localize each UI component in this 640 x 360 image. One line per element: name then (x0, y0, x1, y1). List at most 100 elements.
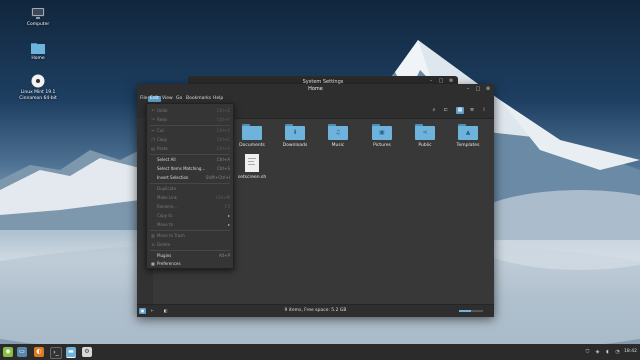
title-bar[interactable]: Home – □ ⊗ (137, 84, 494, 95)
menu-item-accel: Shift+Ctrl+I (205, 175, 230, 180)
volume-icon[interactable]: ◖ (604, 348, 611, 356)
menu-item-delete[interactable]: ⊘ Delete (147, 240, 233, 249)
item-label: setscreen.sh (237, 175, 267, 180)
item-label: Music (331, 143, 345, 148)
clock[interactable]: 18:42 (624, 349, 637, 354)
mint-menu-icon[interactable]: ◉ (3, 347, 13, 357)
search-icon[interactable]: ⌕ (430, 107, 438, 114)
menu-item-select-all[interactable]: Select All Ctrl+A (147, 155, 233, 164)
menu-item-label: Redo (157, 117, 168, 122)
folder-item[interactable]: ⋖ Public (408, 124, 442, 148)
menu-item-rename[interactable]: Rename... F2 (147, 202, 233, 211)
desktop-home[interactable]: Home (18, 42, 58, 62)
folder-icon (242, 124, 262, 140)
folder-item[interactable]: ▲ Templates (451, 124, 485, 148)
folder-item[interactable]: Documents (235, 124, 269, 148)
menu-item-label: Invert Selection (157, 175, 189, 180)
item-label: Pictures (373, 143, 391, 148)
menu-item-label: Cut (157, 128, 164, 133)
share-folder-icon: ⋖ (415, 124, 435, 140)
folder-item[interactable]: ▣ Pictures (365, 124, 399, 148)
close-icon[interactable]: ⊗ (485, 86, 491, 92)
folder-item[interactable]: ⬇ Downloads (278, 124, 312, 148)
terminal-icon[interactable]: ›_ (50, 347, 62, 359)
pictures-folder-icon: ▣ (372, 124, 392, 140)
menu-view[interactable]: View (160, 96, 175, 102)
item-label: Downloads (282, 143, 308, 148)
network-icon[interactable]: ◈ (594, 348, 601, 356)
menu-item-label: Copy to (157, 213, 173, 218)
settings-icon[interactable]: ⚙ (82, 347, 92, 357)
menu-item-copy[interactable]: ❐ Copy Ctrl+C (147, 135, 233, 144)
status-bar: ▣ ⊢ ◧ 9 items, Free space: 5.2 GB (137, 304, 494, 317)
script-file-icon (245, 154, 259, 172)
menu-item-undo[interactable]: ↶ Undo Ctrl+Z (147, 106, 233, 115)
menu-item-cut[interactable]: ✂ Cut Ctrl+X (147, 126, 233, 135)
taskbar: ◉ ▭ ◐ ›_ ▬ ⚙ ⛉ ◈ ◖ ◔ 18:42 (0, 344, 640, 360)
window-title: Home (308, 86, 323, 92)
menu-item-label: Duplicate (157, 186, 177, 191)
menu-item-label: Select All (157, 157, 176, 162)
shield-icon[interactable]: ⛉ (584, 348, 591, 356)
menu-item-label: Move to Trash (157, 233, 185, 238)
submenu-arrow-icon: ▸ (227, 222, 230, 227)
desktop-computer[interactable]: Computer (18, 7, 58, 28)
firefox-icon[interactable]: ◐ (34, 347, 44, 357)
compact-view-icon[interactable]: ⁞ (480, 107, 488, 114)
menu-item-duplicate[interactable]: Duplicate (147, 184, 233, 193)
delete-icon: ⊘ (151, 242, 155, 247)
menu-bookmarks[interactable]: Bookmarks (184, 96, 213, 102)
menu-item-label: Delete (157, 242, 171, 247)
undo-icon: ↶ (151, 108, 155, 113)
desktop-label: Home (31, 56, 45, 61)
menu-help[interactable]: Help (211, 96, 225, 102)
menu-edit[interactable]: Edit (148, 96, 161, 102)
menu-item-invert-selection[interactable]: Invert Selection Shift+Ctrl+I (147, 173, 233, 182)
menu-item-label: Move to (157, 222, 174, 227)
terminal-icon[interactable]: ⊏ (442, 107, 450, 114)
menu-item-move-to[interactable]: Move to ▸ (147, 220, 233, 229)
preferences-icon: ▦ (151, 261, 155, 266)
updates-icon[interactable]: ◔ (614, 348, 621, 356)
zoom-slider[interactable] (459, 310, 483, 312)
desktop-install[interactable]: Linux Mint 19.1 Cinnamon 64-bit (18, 74, 58, 102)
submenu-arrow-icon: ▸ (227, 213, 230, 218)
menu-item-accel: Ctrl+A (216, 157, 230, 162)
desktop-label: Linux Mint 19.1 Cinnamon 64-bit (19, 90, 57, 101)
folder-item[interactable]: ♫ Music (321, 124, 355, 148)
file-item[interactable]: setscreen.sh (235, 154, 269, 180)
file-view[interactable]: Documents ⬇ Downloads ♫ Music ▣ Pictures… (233, 118, 494, 304)
scissors-icon: ✂ (151, 128, 155, 133)
copy-icon: ❐ (151, 137, 155, 142)
menu-item-redo[interactable]: ↷ Redo Ctrl+Y (147, 115, 233, 124)
menu-item-copy-to[interactable]: Copy to ▸ (147, 211, 233, 220)
menu-item-preferences[interactable]: ▦ Preferences (147, 259, 233, 268)
status-text: 9 items, Free space: 5.2 GB (284, 308, 347, 313)
menu-item-move-to-trash[interactable]: ▥ Move to Trash (147, 231, 233, 240)
files-icon[interactable]: ▬ (66, 347, 76, 358)
menu-item-accel: Ctrl+Z (216, 108, 230, 113)
menu-item-accel: Ctrl+S (216, 166, 230, 171)
menu-item-accel: Ctrl+X (216, 128, 230, 133)
list-view-icon[interactable]: ≡ (468, 107, 476, 114)
menu-item-select-matching[interactable]: Select Items Matching... Ctrl+S (147, 164, 233, 173)
menu-go[interactable]: Go (174, 96, 184, 102)
menu-item-label: Make Link (157, 195, 177, 200)
menu-item-make-link[interactable]: Make Link Ctrl+M (147, 193, 233, 202)
menu-item-accel: Ctrl+V (216, 146, 230, 151)
menu-item-label: Preferences (157, 261, 181, 266)
menu-item-accel: Ctrl+M (216, 195, 230, 200)
redo-icon: ↷ (151, 117, 155, 122)
menu-item-paste[interactable]: ▤ Paste Ctrl+V (147, 144, 233, 153)
music-folder-icon: ♫ (328, 124, 348, 140)
menu-item-label: Paste (157, 146, 168, 151)
menu-item-label: Rename... (157, 204, 178, 209)
minimize-icon[interactable]: – (465, 86, 471, 92)
icon-view-icon[interactable]: ▦ (456, 107, 464, 114)
maximize-icon[interactable]: □ (475, 86, 481, 92)
menu-item-accel: Ctrl+Y (217, 117, 230, 122)
show-desktop-icon[interactable]: ▭ (17, 347, 27, 357)
download-folder-icon: ⬇ (285, 124, 305, 140)
templates-folder-icon: ▲ (458, 124, 478, 140)
disc-icon (31, 74, 45, 88)
